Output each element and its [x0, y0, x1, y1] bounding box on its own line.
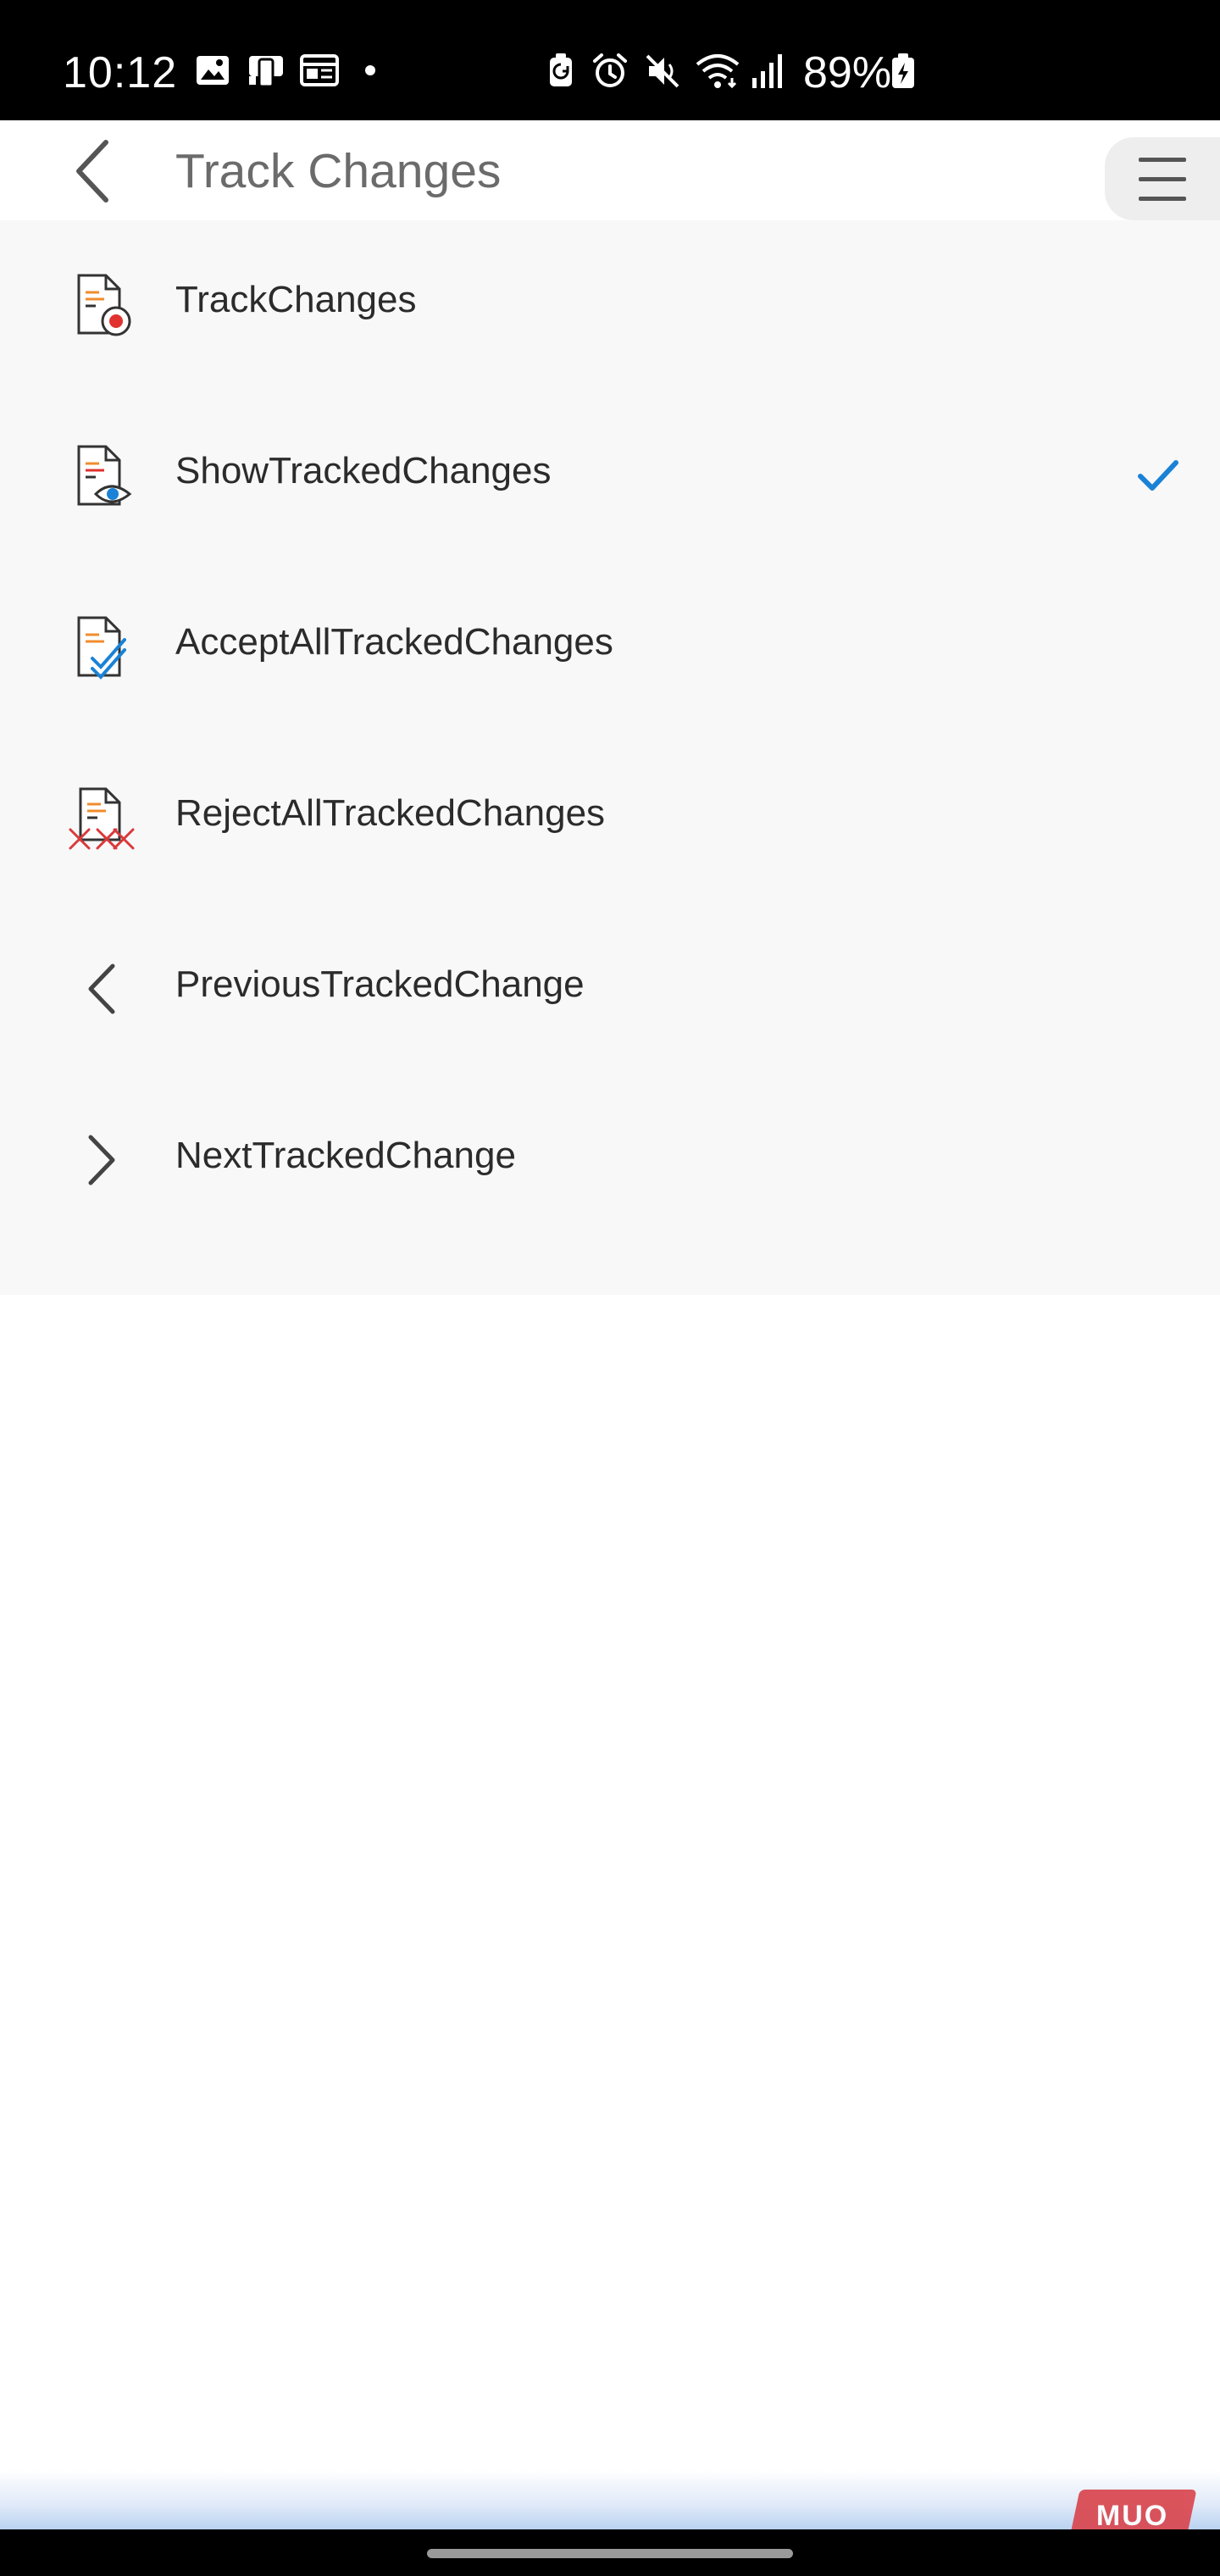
- signal-icon: [752, 54, 782, 88]
- menu-item-label: AcceptAllTrackedChanges: [175, 621, 613, 663]
- back-button[interactable]: [59, 136, 127, 207]
- track-changes-menu: TrackChanges ShowTrackedChanges AcceptAl…: [0, 220, 1220, 1295]
- chevron-right-icon: [63, 1122, 139, 1198]
- menu-item-label: TrackChanges: [175, 279, 417, 320]
- navigation-bar: [0, 2529, 1220, 2576]
- app-bar: Track Changes: [0, 120, 1220, 220]
- battery-saver-icon: [550, 53, 572, 86]
- menu-item-label: PreviousTrackedChange: [175, 963, 585, 1005]
- device-icon: [249, 56, 283, 88]
- menu-item-show-tracked-changes[interactable]: ShowTrackedChanges: [0, 391, 1220, 563]
- show-tracked-changes-icon: [63, 437, 139, 514]
- status-time: 10:12: [63, 48, 178, 97]
- menu-item-accept-all[interactable]: AcceptAllTrackedChanges: [0, 563, 1220, 734]
- mute-icon: [646, 54, 679, 88]
- hamburger-icon: [1139, 158, 1186, 201]
- chevron-left-icon: [76, 140, 108, 203]
- alarm-icon: [593, 53, 627, 87]
- dot-icon: [365, 65, 375, 75]
- menu-item-previous-tracked-change[interactable]: PreviousTrackedChange: [0, 905, 1220, 1076]
- battery-charging-icon: [892, 53, 914, 88]
- menu-item-reject-all[interactable]: RejectAllTrackedChanges: [0, 734, 1220, 905]
- status-bar: 10:12 89%: [0, 0, 1220, 120]
- chevron-left-icon: [63, 951, 139, 1027]
- menu-item-track-changes[interactable]: TrackChanges: [0, 220, 1220, 391]
- bottom-glow: [0, 2470, 1220, 2529]
- accept-all-icon: [63, 608, 139, 685]
- reject-all-icon: [63, 780, 139, 856]
- menu-item-label: ShowTrackedChanges: [175, 450, 552, 491]
- home-indicator[interactable]: [427, 2549, 793, 2558]
- watermark-text: MUO: [1096, 2499, 1169, 2532]
- battery-percent: 89%: [803, 48, 892, 97]
- checkmark-icon: [1138, 460, 1178, 491]
- page-title: Track Changes: [175, 144, 502, 198]
- menu-item-label: NextTrackedChange: [175, 1135, 516, 1176]
- menu-item-next-tracked-change[interactable]: NextTrackedChange: [0, 1076, 1220, 1247]
- news-icon: [300, 54, 339, 86]
- menu-item-label: RejectAllTrackedChanges: [175, 792, 606, 834]
- menu-button[interactable]: [1105, 137, 1220, 220]
- gallery-icon: [197, 56, 229, 85]
- wifi-icon: [696, 54, 740, 89]
- track-changes-icon: [63, 266, 139, 342]
